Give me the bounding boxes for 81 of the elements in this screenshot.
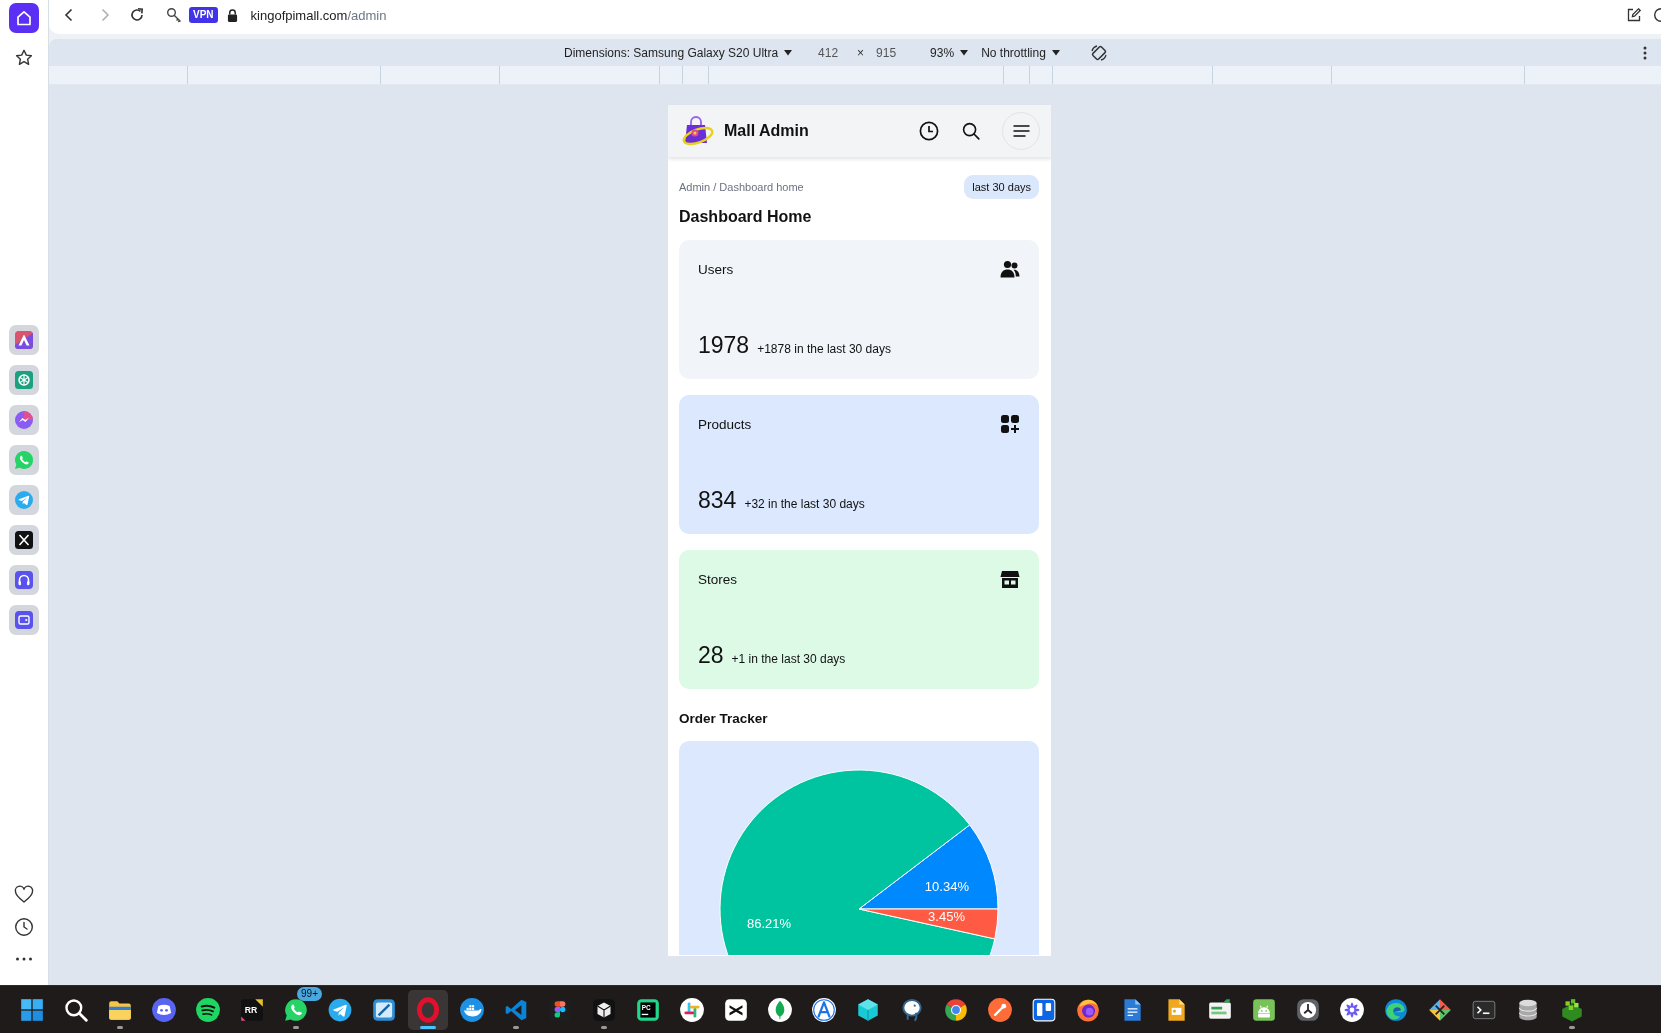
segmented-circle-icon [943, 996, 969, 1023]
knot-logo-icon[interactable] [9, 365, 39, 395]
wave-circle-icon [1383, 996, 1409, 1023]
leaf-icon [767, 996, 793, 1023]
bowtie-logo-icon [723, 996, 749, 1023]
home-icon[interactable] [9, 3, 39, 33]
ring-logo-icon [415, 996, 441, 1023]
stat-value: 834 [698, 486, 737, 514]
search-icon [63, 996, 89, 1023]
stat-value: 1978 [698, 331, 750, 359]
key-icon[interactable] [166, 7, 182, 23]
shopping-bag-logo-icon [681, 116, 715, 146]
blocks-icon [1559, 996, 1585, 1023]
hash-logo-icon [679, 996, 705, 1023]
pen-tile-icon [371, 996, 397, 1023]
elephant-icon [899, 996, 925, 1023]
clock-icon [1295, 996, 1321, 1023]
dimensions-dropdown[interactable]: Dimensions: Samsung Galaxy S20 Ultra [564, 45, 793, 60]
stat-change: +1878 in the last 30 days [757, 342, 891, 356]
taskbar-button[interactable] [408, 989, 448, 1030]
x-logo-icon[interactable] [9, 525, 39, 555]
star-icon[interactable] [14, 48, 34, 68]
app-title: Mall Admin [724, 122, 809, 140]
throttling-dropdown[interactable]: No throttling [981, 45, 1060, 60]
slice-label: 86.21% [747, 916, 792, 932]
search-icon[interactable] [962, 122, 980, 140]
menu-button[interactable] [1002, 112, 1040, 150]
menu-icon [1012, 125, 1030, 137]
caret-icon [784, 49, 793, 56]
flower-icon [1339, 996, 1365, 1023]
cube-icon [855, 996, 881, 1023]
pin-circle-icon [987, 996, 1013, 1023]
whale-icon [459, 996, 485, 1023]
four-panes-icon [19, 996, 45, 1023]
triangle-logo-icon[interactable] [9, 325, 39, 355]
reload-icon[interactable] [129, 7, 145, 23]
circle-a-logo-icon [811, 996, 837, 1023]
page-heading: Dashboard Home [679, 207, 812, 227]
edit-icon[interactable] [1626, 7, 1642, 23]
phone-bubble-icon [283, 996, 309, 1023]
url-host[interactable]: kingofpimall.com [250, 7, 348, 23]
dimension-separator: × [857, 45, 865, 60]
heart-icon[interactable] [14, 885, 34, 905]
section-title: Order Tracker [679, 710, 768, 728]
card-label: Products [698, 416, 752, 432]
robot-icon [1251, 996, 1277, 1023]
headphones-icon[interactable] [9, 565, 39, 595]
letters-logo-icon: RR [239, 996, 265, 1023]
zoom-dropdown[interactable]: 93% [930, 45, 969, 60]
rotate-icon[interactable] [1089, 43, 1108, 62]
more-icon[interactable] [1643, 45, 1647, 60]
stat-change: +1 in the last 30 days [731, 652, 846, 666]
url-path[interactable]: /admin [347, 7, 387, 23]
caret-icon [1051, 49, 1060, 56]
stat-change: +32 in the last 30 days [744, 497, 865, 511]
stat-value: 28 [698, 641, 724, 669]
sound-arcs-icon [195, 996, 221, 1023]
controller-face-icon [151, 996, 177, 1023]
slice-label: 10.34% [924, 879, 969, 895]
paper-plane-icon [327, 996, 353, 1023]
count-badge: 99+ [297, 986, 322, 1001]
cube-tile-icon [591, 996, 617, 1023]
vpn-badge[interactable]: VPN [189, 7, 218, 23]
users-icon [1000, 259, 1020, 279]
slice-label: 3.45% [928, 909, 965, 924]
breadcrumb: Admin / Dashboard home [679, 181, 804, 193]
wallet-icon[interactable] [9, 605, 39, 635]
taskbar-button[interactable]: RR [232, 989, 272, 1030]
caret-icon [960, 49, 969, 56]
clock-icon[interactable] [919, 121, 939, 141]
card-label: Users [698, 261, 734, 277]
height-input[interactable]: 915 [866, 43, 907, 62]
board-icon [1031, 996, 1057, 1023]
clock-icon[interactable] [14, 917, 34, 937]
grid-plus-icon [1000, 414, 1020, 434]
storefront-icon [1000, 569, 1020, 589]
date-range-badge[interactable]: last 30 days [964, 175, 1039, 199]
card-label: Stores [698, 571, 738, 587]
paper-plane-icon[interactable] [9, 485, 39, 515]
width-input[interactable]: 412 [808, 43, 849, 62]
lock-icon [226, 8, 238, 22]
